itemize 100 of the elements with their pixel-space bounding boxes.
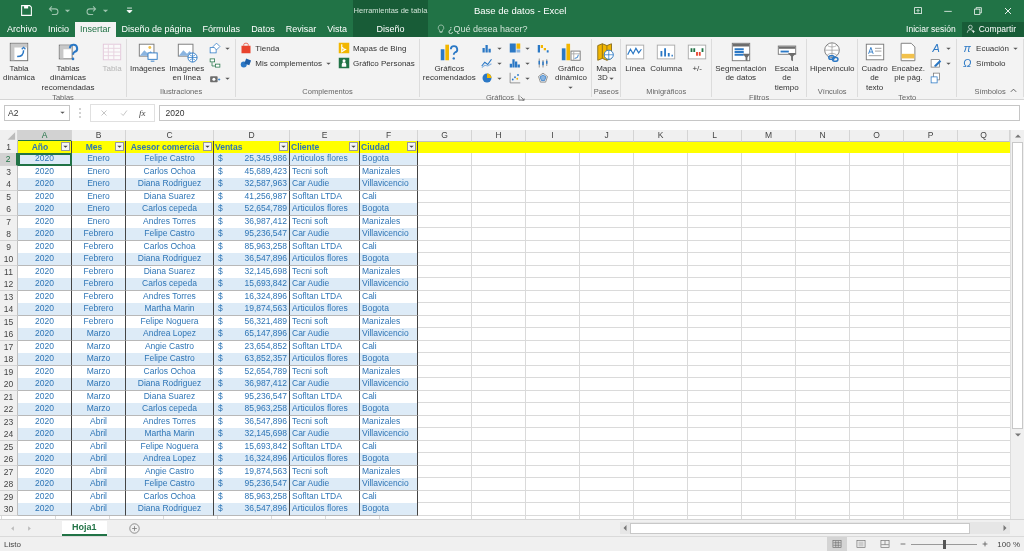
ribbon-button[interactable]: A	[929, 40, 954, 56]
drag-handle-icon[interactable]	[78, 105, 82, 120]
row-header[interactable]: 26	[0, 453, 18, 467]
ribbon-button[interactable]: Imágenes en línea	[167, 39, 207, 84]
ribbon-tab[interactable]: Diseño	[353, 21, 428, 37]
spreadsheet-grid[interactable]	[0, 129, 1010, 520]
name-box[interactable]: A2	[4, 104, 70, 121]
table-cell: Abril	[72, 503, 126, 517]
amount-text: 85,963,258	[244, 490, 287, 503]
ribbon-button[interactable]: +/-	[684, 39, 711, 75]
insert-function-button[interactable]: fx	[139, 107, 146, 118]
ribbon-button[interactable]: Segmentación de datos	[713, 39, 769, 84]
table-cell: Articulos flores	[290, 303, 360, 317]
ribbon-button[interactable]: Escala de tiempo	[768, 39, 805, 94]
row-header[interactable]: 14	[0, 303, 18, 317]
column-header[interactable]: N	[796, 129, 850, 142]
ribbon-button[interactable]: Encabez. pie pág.	[889, 39, 928, 84]
save-icon[interactable]	[20, 4, 33, 18]
tell-me-field[interactable]: ¿Qué desea hacer?	[446, 24, 550, 35]
ribbon-button[interactable]: π Ecuación	[960, 40, 1020, 56]
formula-field[interactable]: 2020	[158, 104, 1020, 121]
vertical-scrollbar[interactable]	[1010, 129, 1024, 520]
caret-icon[interactable]	[102, 7, 109, 15]
filter-button[interactable]	[349, 142, 358, 152]
filter-button[interactable]	[61, 142, 70, 152]
ribbon-button[interactable]: Imágenes	[128, 39, 168, 75]
column-header[interactable]: I	[526, 129, 580, 142]
ribbon-button[interactable]: Tabla dinámica	[1, 39, 37, 84]
column-header[interactable]: P	[904, 129, 958, 142]
sign-in-link[interactable]: Iniciar sesión	[906, 24, 962, 35]
ribbon-button[interactable]: Columna	[648, 39, 685, 75]
restore-icon[interactable]	[972, 4, 984, 17]
row-header[interactable]: 8	[0, 228, 18, 242]
ribbon-tab[interactable]: Archivo	[2, 21, 42, 37]
row-header[interactable]: 22	[0, 403, 18, 417]
row-header[interactable]: 4	[0, 178, 18, 192]
cancel-icon[interactable]	[99, 107, 109, 118]
ribbon-button[interactable]: Mapa 3D	[593, 39, 620, 84]
filter-button[interactable]	[279, 142, 288, 152]
undo-icon[interactable]	[47, 4, 60, 18]
column-header[interactable]: M	[742, 129, 796, 142]
ribbon-display-icon[interactable]	[912, 4, 924, 17]
filter-button[interactable]	[203, 142, 212, 152]
ribbon-button[interactable]: Tienda	[239, 40, 333, 56]
ribbon-button[interactable]	[507, 70, 532, 86]
row-header[interactable]: 18	[0, 353, 18, 367]
amount-text: 85,963,258	[244, 403, 287, 416]
column-header[interactable]: A	[18, 129, 72, 142]
ribbon-tab[interactable]: Inicio	[43, 21, 75, 37]
ribbon-button[interactable]: Gráfico dinámico	[551, 39, 591, 94]
caret-icon[interactable]	[64, 7, 71, 15]
scroll-thumb[interactable]	[1012, 141, 1023, 429]
ribbon-button[interactable]	[535, 70, 550, 86]
column-header[interactable]: G	[418, 129, 472, 142]
ribbon-button[interactable]: Gráficos recomendados	[420, 39, 478, 84]
row-header[interactable]: 24	[0, 428, 18, 442]
ribbon-button[interactable]: Tablas dinámicas recomendadas	[37, 39, 100, 94]
column-header[interactable]: O	[850, 129, 904, 142]
ribbon-button[interactable]: Mis complementos	[239, 55, 333, 71]
row-header[interactable]: 10	[0, 253, 18, 267]
ribbon-tab[interactable]: Diseño de página	[116, 21, 197, 37]
row-header[interactable]: 20	[0, 378, 18, 392]
currency-symbol: $	[218, 265, 223, 278]
zoom-level[interactable]: 100 %	[997, 539, 1020, 549]
filter-button[interactable]	[407, 142, 416, 152]
zoom-out-icon[interactable]	[899, 540, 908, 548]
filter-button[interactable]	[115, 142, 124, 152]
row-header[interactable]: 6	[0, 203, 18, 217]
column-header[interactable]: J	[580, 129, 634, 142]
redo-icon[interactable]	[85, 4, 98, 18]
ribbon-tab[interactable]: Vista	[322, 21, 352, 37]
zoom-in-icon[interactable]	[981, 540, 990, 548]
sheet-tab[interactable]: Hoja1	[62, 520, 107, 536]
ribbon-tab[interactable]: Datos	[246, 21, 280, 37]
check-icon[interactable]	[119, 107, 129, 118]
ribbon-button[interactable]: Gráfico Personas	[337, 55, 416, 71]
row-header[interactable]: 2	[0, 153, 18, 167]
row-header[interactable]: 30	[0, 503, 18, 517]
column-header[interactable]: H	[472, 129, 526, 142]
ribbon-tab[interactable]: Fórmulas	[197, 21, 246, 37]
ribbon-button[interactable]: Línea	[622, 39, 649, 75]
ribbon-tab[interactable]: Revisar	[280, 21, 322, 37]
horizontal-scrollbar[interactable]	[619, 522, 1010, 535]
table-cell: Villavicencio	[360, 178, 418, 192]
dialog-launcher-icon[interactable]	[517, 94, 525, 102]
ribbon-button[interactable]: Cuadro de texto	[859, 39, 890, 94]
row-header[interactable]: 12	[0, 278, 18, 292]
slider-thumb[interactable]	[942, 539, 946, 549]
table-cell: Febrero	[72, 253, 126, 267]
ribbon-button[interactable]: Mapas de Bing	[337, 40, 416, 56]
ribbon-button[interactable]: Hipervínculo	[808, 39, 857, 75]
scroll-thumb[interactable]	[629, 522, 970, 534]
letter-icon: A	[930, 42, 943, 55]
row-header[interactable]: 28	[0, 478, 18, 492]
column-header[interactable]: K	[634, 129, 688, 142]
add-sheet-icon[interactable]	[128, 522, 140, 534]
row-header[interactable]: 16	[0, 328, 18, 342]
view-button[interactable]	[827, 537, 848, 551]
ribbon-button[interactable]: Ω Símbolo	[960, 55, 1020, 71]
column-header[interactable]: L	[688, 129, 742, 142]
